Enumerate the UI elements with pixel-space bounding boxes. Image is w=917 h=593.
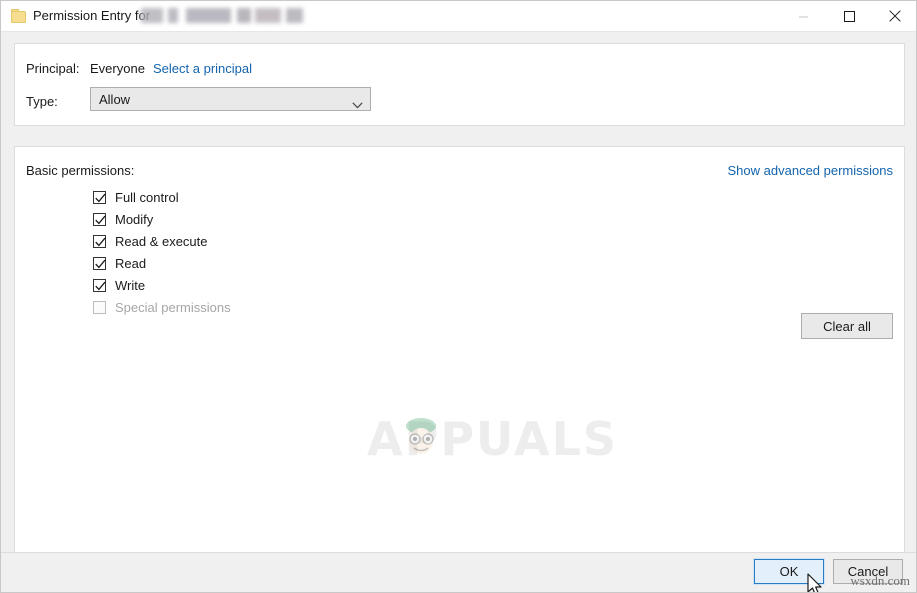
checkbox-checked-icon[interactable] <box>93 212 106 226</box>
permission-label: Read <box>115 255 147 271</box>
type-dropdown-value: Allow <box>99 92 131 107</box>
permission-label: Special permissions <box>115 299 231 315</box>
folder-icon <box>11 9 26 23</box>
title-bar: Permission Entry for <box>1 1 916 32</box>
permission-label: Read & execute <box>115 233 208 249</box>
redacted-path-text <box>141 8 303 23</box>
show-advanced-permissions-link[interactable]: Show advanced permissions <box>728 163 893 178</box>
checkbox-checked-icon[interactable] <box>93 278 106 292</box>
maximize-icon <box>843 10 855 22</box>
permission-row[interactable]: Read <box>93 252 231 274</box>
chevron-down-icon <box>352 96 363 114</box>
type-label: Type: <box>26 94 58 109</box>
select-a-principal-link[interactable]: Select a principal <box>153 61 252 76</box>
dialog-footer: OK Cancel wsxdn.com <box>1 552 916 592</box>
window-title: Permission Entry for <box>33 8 151 23</box>
minimize-button[interactable] <box>780 1 826 31</box>
permission-label: Full control <box>115 189 179 205</box>
appuals-watermark-text: APPUALS <box>367 412 619 466</box>
permissions-list: Full control Modify Read & execute Read Writ… <box>93 186 231 318</box>
permission-label: Modify <box>115 211 154 227</box>
principal-label: Principal: <box>26 61 80 76</box>
permission-label: Write <box>115 277 146 293</box>
permission-row: Special permissions <box>93 296 231 318</box>
permission-row[interactable]: Write <box>93 274 231 296</box>
basic-permissions-panel: Basic permissions: Show advanced permiss… <box>14 146 905 553</box>
minimize-icon <box>798 16 808 17</box>
appuals-logo-icon <box>406 418 436 454</box>
basic-permissions-heading: Basic permissions: <box>26 163 135 178</box>
close-icon <box>889 10 901 22</box>
ok-button[interactable]: OK <box>753 558 825 585</box>
permission-row[interactable]: Modify <box>93 208 231 230</box>
appuals-watermark: APPUALS <box>367 415 616 463</box>
type-dropdown[interactable]: Allow <box>90 87 371 111</box>
principal-value: Everyone <box>90 61 145 76</box>
cancel-button[interactable]: Cancel <box>833 559 903 584</box>
clear-all-button[interactable]: Clear all <box>801 313 893 339</box>
maximize-button[interactable] <box>826 1 872 31</box>
permission-row[interactable]: Read & execute <box>93 230 231 252</box>
checkbox-checked-icon[interactable] <box>93 190 106 204</box>
checkbox-checked-icon[interactable] <box>93 256 106 270</box>
checkbox-unchecked-icon <box>93 300 106 314</box>
permission-row[interactable]: Full control <box>93 186 231 208</box>
permission-entry-dialog: Permission Entry for Principal: Everyone… <box>0 0 917 593</box>
close-button[interactable] <box>872 1 916 31</box>
checkbox-checked-icon[interactable] <box>93 234 106 248</box>
principal-panel: Principal: Everyone Select a principal T… <box>14 43 905 126</box>
